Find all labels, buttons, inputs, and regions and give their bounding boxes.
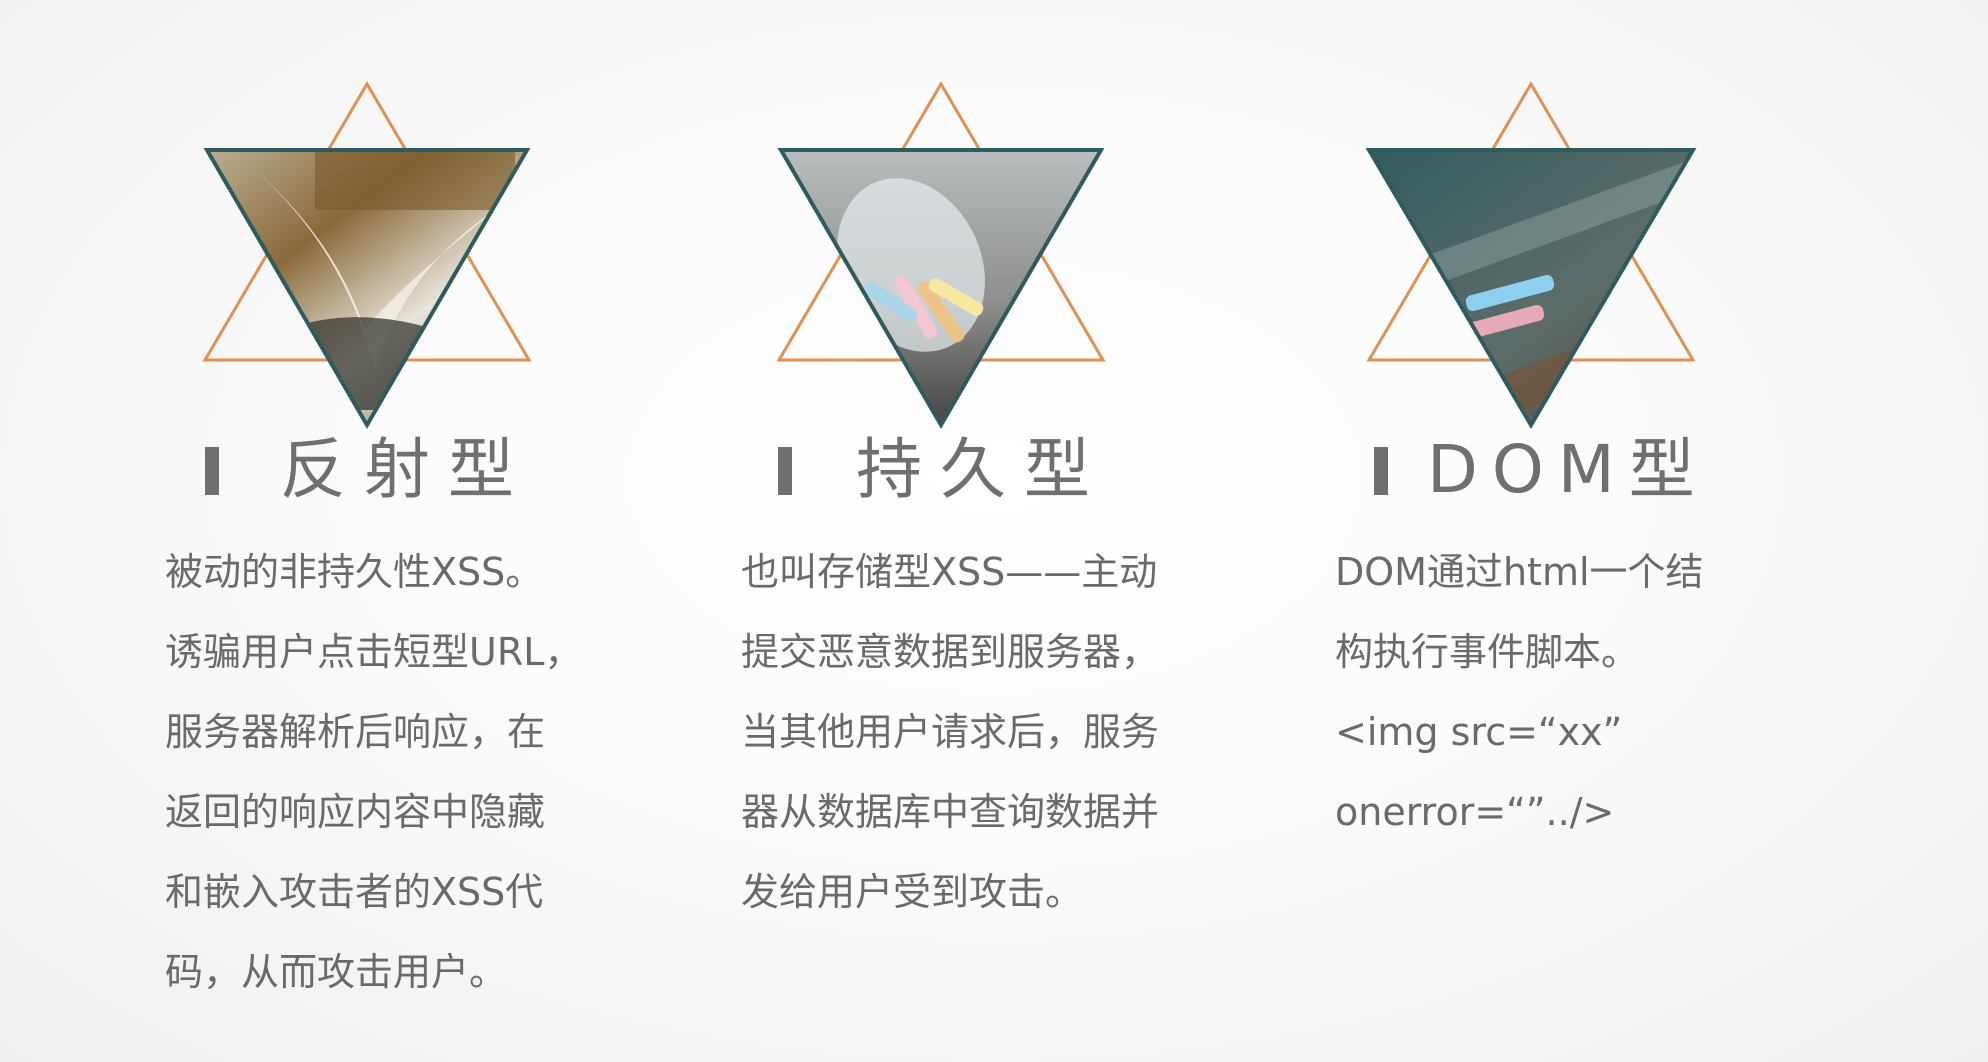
open-book-photo-icon [202, 81, 532, 429]
desc-line: 被动的非持久性XSS。 [165, 550, 544, 594]
card-reflected: 反射型 被动的非持久性XSS。 诱骗用户点击短型URL， 服务器解析后响应，在 … [165, 0, 725, 1062]
card-persistent: 持久型 也叫存储型XSS——主动 提交恶意数据到服务器， 当其他用户请求后，服务… [741, 0, 1301, 1062]
desc-line: 当其他用户请求后，服务 [741, 710, 1160, 754]
desc-line: 构执行事件脚本。 [1335, 630, 1640, 674]
card-title: 持久型 [856, 431, 1108, 508]
desc-line: 码，从而攻击用户。 [165, 950, 508, 994]
card-dom: DOM型 DOM通过html一个结 构执行事件脚本。 <img src=“xx”… [1335, 0, 1895, 1062]
desc-line: 发给用户受到攻击。 [741, 870, 1084, 914]
card-description: 被动的非持久性XSS。 诱骗用户点击短型URL， 服务器解析后响应，在 返回的响… [165, 532, 685, 1012]
title-bar [1374, 447, 1388, 495]
title-bar [205, 447, 219, 495]
desc-line: 诱骗用户点击短型URL， [165, 630, 583, 674]
desc-line: 提交恶意数据到服务器， [741, 630, 1160, 674]
desc-line: 也叫存储型XSS——主动 [741, 550, 1158, 594]
title-bar [778, 447, 792, 495]
card-title: 反射型 [280, 431, 532, 508]
card-title: DOM型 [1427, 431, 1709, 508]
desc-line: 服务器解析后响应，在 [165, 710, 546, 754]
chalk-jar-photo-icon [776, 81, 1106, 429]
chalkboard-photo-icon [1365, 81, 1697, 429]
card-description: DOM通过html一个结 构执行事件脚本。 <img src=“xx” oner… [1335, 532, 1855, 852]
desc-line: 返回的响应内容中隐藏 [165, 790, 546, 834]
desc-line: 器从数据库中查询数据并 [741, 790, 1160, 834]
desc-line: <img src=“xx” [1335, 710, 1623, 754]
card-description: 也叫存储型XSS——主动 提交恶意数据到服务器， 当其他用户请求后，服务 器从数… [741, 532, 1261, 932]
desc-line: onerror=“”../> [1335, 790, 1615, 834]
desc-line: DOM通过html一个结 [1335, 550, 1704, 594]
desc-line: 和嵌入攻击者的XSS代 [165, 870, 544, 914]
